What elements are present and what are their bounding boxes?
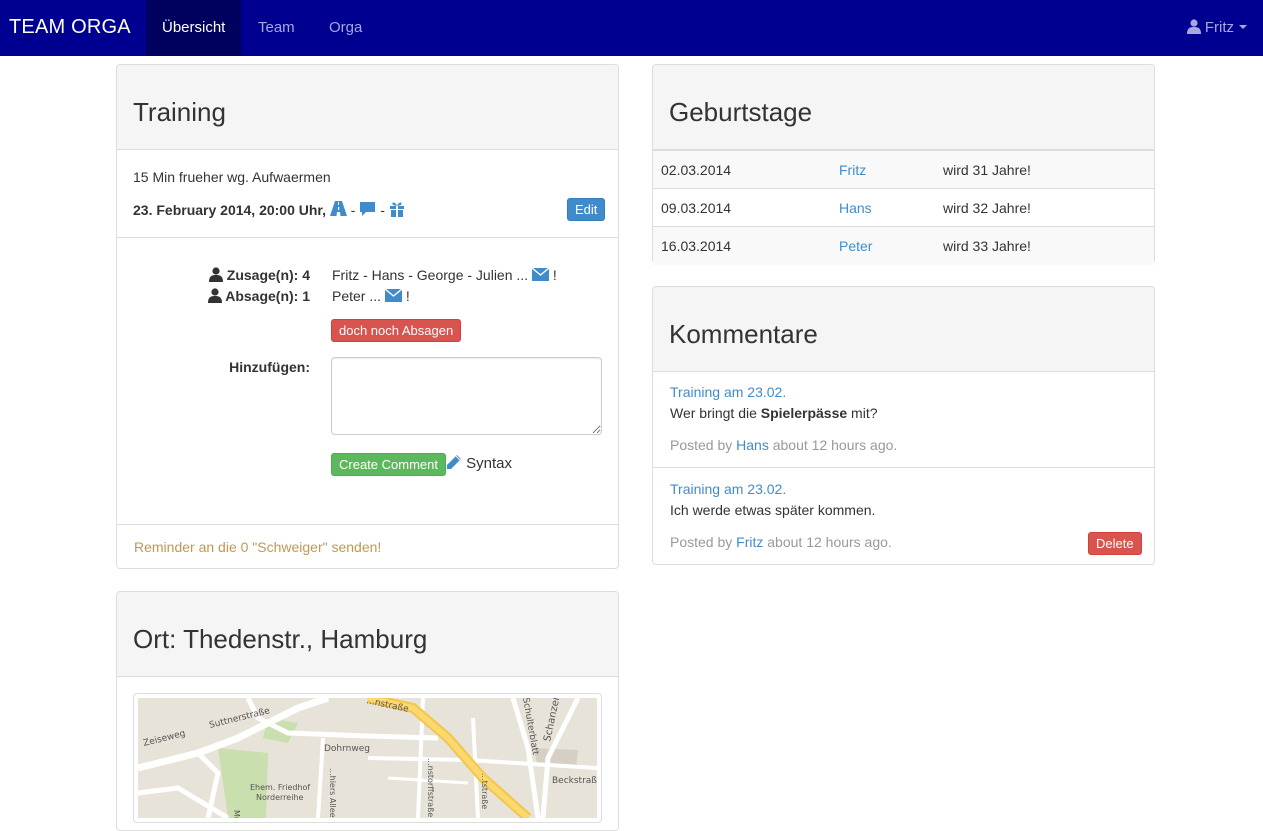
table-row: 02.03.2014 Fritz wird 31 Jahre!	[653, 150, 1154, 189]
edit-button[interactable]: Edit	[567, 198, 606, 221]
user-icon	[207, 288, 222, 303]
comment-time: about 12 hours ago.	[767, 534, 892, 550]
comment-author-link[interactable]: Fritz	[736, 534, 763, 550]
birthday-name-link[interactable]: Hans	[839, 200, 872, 216]
birthday-date: 02.03.2014	[653, 150, 831, 189]
location-title: Ort: Thedenstr., Hamburg	[133, 624, 428, 654]
birthday-text: wird 31 Jahre!	[935, 150, 1154, 189]
birthday-name-link[interactable]: Peter	[839, 238, 872, 254]
top-navbar: TEAM ORGA Übersicht Team Orga Fritz	[0, 0, 1263, 56]
comment-text: Ich werde etwas später kommen.	[670, 502, 876, 518]
pencil-icon	[447, 455, 461, 469]
add-comment-label: Hinzufügen:	[229, 359, 310, 375]
birthday-name-link[interactable]: Fritz	[839, 162, 866, 178]
svg-text:...nstorffstraße: ...nstorffstraße	[426, 758, 435, 817]
svg-text:Ehem. Friedhof: Ehem. Friedhof	[250, 783, 310, 792]
user-icon	[208, 267, 223, 282]
training-datetime-line: 23. February 2014, 20:00 Uhr, - -	[133, 200, 405, 218]
comment-meta: Posted by Fritz about 12 hours ago.	[670, 534, 892, 550]
exclamation: !	[552, 267, 557, 283]
gift-icon[interactable]	[389, 201, 405, 217]
location-heading: Ort: Thedenstr., Hamburg	[117, 592, 618, 677]
reminder-link[interactable]: Reminder an die 0 "Schweiger" senden!	[134, 539, 381, 555]
svg-text:...hiers Allee: ...hiers Allee	[328, 768, 337, 818]
comment-training-link[interactable]: Training am 23.02.	[670, 384, 786, 400]
absage-names: Peter ...	[332, 288, 382, 304]
training-datetime: 23. February 2014, 20:00 Uhr,	[133, 202, 326, 218]
user-name: Fritz	[1204, 19, 1234, 36]
location-map[interactable]: Zeiseweg Suttnerstraße Dohrnweg Ehem. Fr…	[133, 693, 602, 823]
zusage-label-row: Zusage(n): 4	[202, 267, 310, 283]
decline-button[interactable]: doch noch Absagen	[331, 319, 462, 342]
tab-team[interactable]: Team	[242, 0, 311, 56]
birthdays-table: 02.03.2014 Fritz wird 31 Jahre! 09.03.20…	[653, 150, 1154, 265]
birthday-text: wird 32 Jahre!	[935, 188, 1154, 227]
comment-text-part: Wer bringt die	[670, 405, 761, 421]
envelope-icon[interactable]	[384, 288, 403, 302]
comment-author-link[interactable]: Hans	[736, 437, 769, 453]
absage-label-row: Absage(n): 1	[202, 288, 310, 304]
absage-label: Absage(n): 1	[225, 288, 310, 304]
comment-time: about 12 hours ago.	[772, 437, 898, 453]
syntax-label: Syntax	[466, 455, 513, 472]
svg-text:Beckstraße: Beckstraße	[552, 776, 597, 786]
birthdays-heading: Geburtstage	[653, 65, 1154, 150]
user-menu[interactable]: Fritz	[1186, 0, 1247, 56]
comments-panel: Kommentare Training am 23.02. Wer bringt…	[652, 286, 1155, 565]
create-comment-button[interactable]: Create Comment	[331, 453, 446, 476]
training-note: 15 Min frueher wg. Aufwaermen	[133, 169, 331, 185]
comments-title: Kommentare	[669, 319, 818, 349]
location-panel: Ort: Thedenstr., Hamburg Zeiseweg Suttne…	[116, 591, 619, 831]
comment-training-link[interactable]: Training am 23.02.	[670, 481, 786, 497]
envelope-icon[interactable]	[531, 267, 550, 281]
posted-by-label: Posted by	[670, 437, 733, 453]
training-title: Training	[133, 97, 226, 127]
syntax-link-row[interactable]: Syntax	[446, 454, 512, 472]
svg-text:Norderreihe: Norderreihe	[256, 793, 304, 802]
tab-uebersicht[interactable]: Übersicht	[146, 0, 242, 56]
tab-orga[interactable]: Orga	[313, 0, 378, 56]
road-icon[interactable]	[329, 200, 347, 217]
training-heading: Training	[117, 65, 618, 150]
svg-text:Mumsenstraße: Mumsenstraße	[232, 810, 241, 818]
separator: -	[380, 202, 385, 218]
comment-meta: Posted by Hans about 12 hours ago.	[670, 437, 897, 453]
separator: -	[350, 202, 356, 218]
divider	[117, 237, 618, 238]
divider	[653, 467, 1154, 468]
training-panel: Training 15 Min frueher wg. Aufwaermen 2…	[116, 64, 619, 569]
comments-heading: Kommentare	[653, 287, 1154, 372]
zusage-names: Fritz - Hans - George - Julien ...	[332, 267, 529, 283]
comment-text-bold: Spielerpässe	[760, 405, 848, 421]
birthdays-panel: Geburtstage 02.03.2014 Fritz wird 31 Jah…	[652, 64, 1155, 265]
table-row: 16.03.2014 Peter wird 33 Jahre!	[653, 226, 1154, 265]
absage-row: Peter ... !	[332, 288, 410, 304]
map-image[interactable]: Zeiseweg Suttnerstraße Dohrnweg Ehem. Fr…	[138, 698, 597, 818]
chevron-down-icon	[1239, 25, 1247, 29]
birthday-date: 16.03.2014	[653, 226, 831, 265]
svg-text:Dohrnweg: Dohrnweg	[324, 744, 370, 754]
birthday-date: 09.03.2014	[653, 188, 831, 227]
zusage-row: Fritz - Hans - George - Julien ... !	[332, 267, 557, 283]
zusage-label: Zusage(n): 4	[226, 267, 310, 283]
comment-text: Wer bringt die Spielerpässe mit?	[670, 405, 878, 421]
brand-logo[interactable]: TEAM ORGA	[9, 16, 131, 39]
birthdays-title: Geburtstage	[669, 97, 813, 127]
divider	[117, 524, 618, 525]
table-row: 09.03.2014 Hans wird 32 Jahre!	[653, 188, 1154, 227]
comment-text-part: mit?	[847, 405, 878, 421]
birthday-text: wird 33 Jahre!	[935, 226, 1154, 265]
svg-text:...tstraße: ...tstraße	[480, 773, 489, 809]
exclamation: !	[405, 288, 410, 304]
user-icon	[1186, 19, 1201, 34]
comment-icon[interactable]	[359, 201, 376, 217]
delete-comment-button[interactable]: Delete	[1088, 532, 1142, 555]
comment-textarea[interactable]	[331, 357, 602, 435]
posted-by-label: Posted by	[670, 534, 733, 550]
